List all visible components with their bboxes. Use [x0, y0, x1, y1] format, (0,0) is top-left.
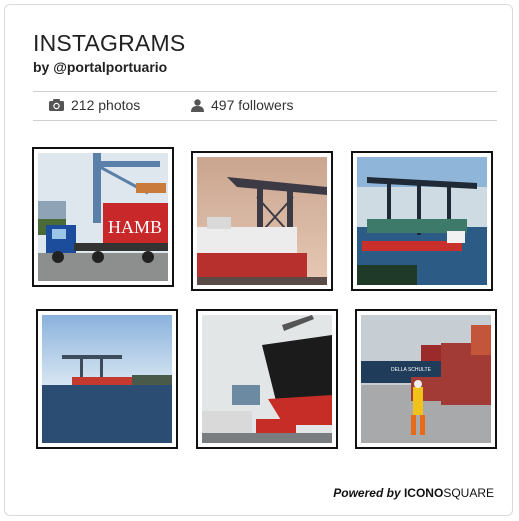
user-icon [191, 98, 204, 112]
powered-by: Powered by ICONOSQUARE [333, 486, 494, 500]
port-worker-photo: DELLA SCHULTE [361, 315, 491, 443]
brand-name-part1: ICONO [403, 486, 444, 500]
followers-count[interactable]: 497 followers [191, 97, 294, 113]
container-text: HAMB [108, 217, 162, 237]
container-truck-photo: HAMB [38, 153, 168, 281]
iconosquare-link[interactable]: ICONOSQUARE [404, 486, 494, 500]
ship-bow-photo [202, 315, 332, 443]
container-terminal-aerial-photo [357, 157, 487, 285]
photo-thumbnail-6[interactable]: DELLA SCHULTE [355, 309, 497, 449]
photo-thumbnail-1[interactable]: HAMB [32, 147, 174, 287]
powered-by-label: Powered by [333, 486, 401, 500]
photos-count[interactable]: 212 photos [49, 97, 140, 113]
photos-count-label: 212 photos [71, 97, 141, 113]
photo-thumbnail-4[interactable] [36, 309, 178, 449]
photo-thumbnail-2[interactable] [191, 151, 333, 291]
camera-icon [49, 99, 64, 111]
instagram-widget: INSTAGRAMS by @portalportuario 212 photo… [4, 4, 513, 516]
ship-text: DELLA SCHULTE [391, 367, 432, 373]
bay-cranes-photo [42, 315, 172, 443]
followers-count-label: 497 followers [211, 97, 294, 113]
stats-bar: 212 photos 497 followers [33, 91, 497, 121]
byline-link[interactable]: by @portalportuario [33, 59, 167, 75]
photo-thumbnail-5[interactable] [196, 309, 338, 449]
widget-title: INSTAGRAMS [33, 30, 186, 56]
brand-name-part2: SQUARE [443, 486, 494, 500]
cargo-ship-crane-photo [197, 157, 327, 285]
photo-thumbnail-3[interactable] [351, 151, 493, 291]
